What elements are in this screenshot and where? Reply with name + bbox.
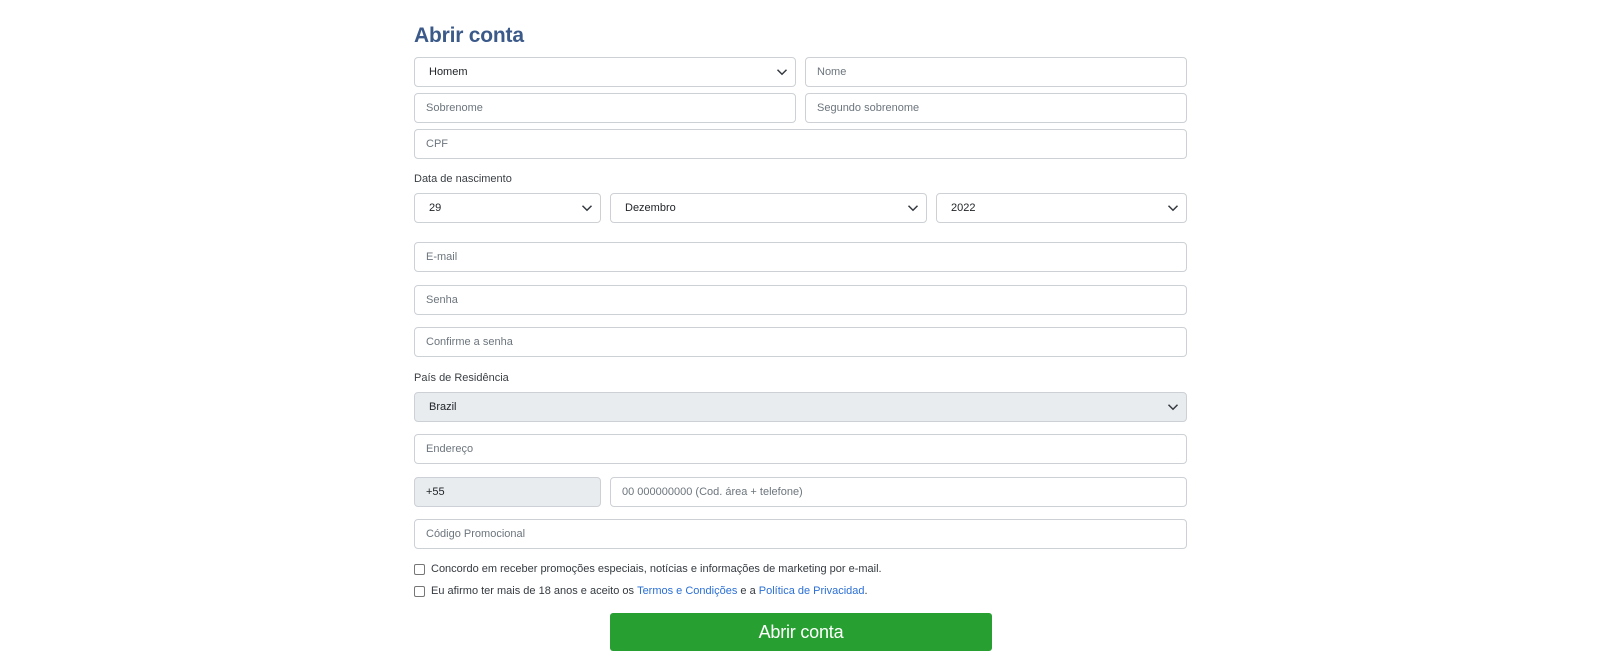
chevron-down-icon	[776, 69, 788, 76]
terms-consent-row: Eu afirmo ter mais de 18 anos e aceito o…	[414, 585, 868, 597]
abrir-conta-button[interactable]: Abrir conta	[610, 613, 992, 651]
email-placeholder: E-mail	[426, 251, 458, 263]
chevron-down-icon	[907, 205, 919, 212]
privacy-link[interactable]: Política de Privacidad	[759, 585, 865, 597]
codigo-promocional-input[interactable]: Código Promocional	[414, 519, 1187, 549]
senha-input[interactable]: Senha	[414, 285, 1187, 315]
sobrenome-placeholder: Sobrenome	[426, 102, 483, 114]
marketing-consent-text: Concordo em receber promoções especiais,…	[431, 563, 882, 575]
birthdate-label: Data de nascimento	[414, 173, 512, 185]
sobrenome-input[interactable]: Sobrenome	[414, 93, 796, 123]
phone-prefix-field: +55	[414, 477, 601, 507]
segundo-sobrenome-input[interactable]: Segundo sobrenome	[805, 93, 1187, 123]
birth-day-value: 29	[429, 202, 442, 214]
terms-text-middle: e a	[737, 585, 759, 597]
phone-prefix-value: +55	[426, 486, 445, 498]
cpf-input[interactable]: CPF	[414, 129, 1187, 159]
terms-text-before: Eu afirmo ter mais de 18 anos e aceito o…	[431, 585, 638, 597]
cpf-placeholder: CPF	[426, 138, 448, 150]
chevron-down-icon	[581, 205, 593, 212]
telefone-input[interactable]: 00 000000000 (Cod. área + telefone)	[610, 477, 1187, 507]
terms-link[interactable]: Termos e Condições	[637, 585, 737, 597]
nome-input[interactable]: Nome	[805, 57, 1187, 87]
confirme-senha-input[interactable]: Confirme a senha	[414, 327, 1187, 357]
chevron-down-icon	[1167, 404, 1179, 411]
telefone-placeholder: 00 000000000 (Cod. área + telefone)	[622, 486, 803, 498]
chevron-down-icon	[1167, 205, 1179, 212]
nome-placeholder: Nome	[817, 66, 847, 78]
endereco-placeholder: Endereço	[426, 443, 474, 455]
country-select-value: Brazil	[429, 401, 457, 413]
email-input[interactable]: E-mail	[414, 242, 1187, 272]
birth-month-value: Dezembro	[625, 202, 676, 214]
codigo-promocional-placeholder: Código Promocional	[426, 528, 526, 540]
birth-day-select[interactable]: 29	[414, 193, 601, 223]
page-title: Abrir conta	[414, 24, 524, 47]
terms-consent-checkbox[interactable]	[414, 585, 425, 597]
segundo-sobrenome-placeholder: Segundo sobrenome	[817, 102, 920, 114]
marketing-consent-row: Concordo em receber promoções especiais,…	[414, 563, 882, 575]
birth-year-value: 2022	[951, 202, 976, 214]
endereco-input[interactable]: Endereço	[414, 434, 1187, 464]
country-label: País de Residência	[414, 372, 509, 384]
marketing-consent-checkbox[interactable]	[414, 563, 425, 575]
terms-text-after: .	[864, 585, 868, 597]
gender-select-value: Homem	[429, 66, 468, 78]
birth-year-select[interactable]: 2022	[936, 193, 1187, 223]
confirme-senha-placeholder: Confirme a senha	[426, 336, 513, 348]
gender-select[interactable]: Homem	[414, 57, 796, 87]
birth-month-select[interactable]: Dezembro	[610, 193, 927, 223]
senha-placeholder: Senha	[426, 294, 458, 306]
country-select[interactable]: Brazil	[414, 392, 1187, 422]
